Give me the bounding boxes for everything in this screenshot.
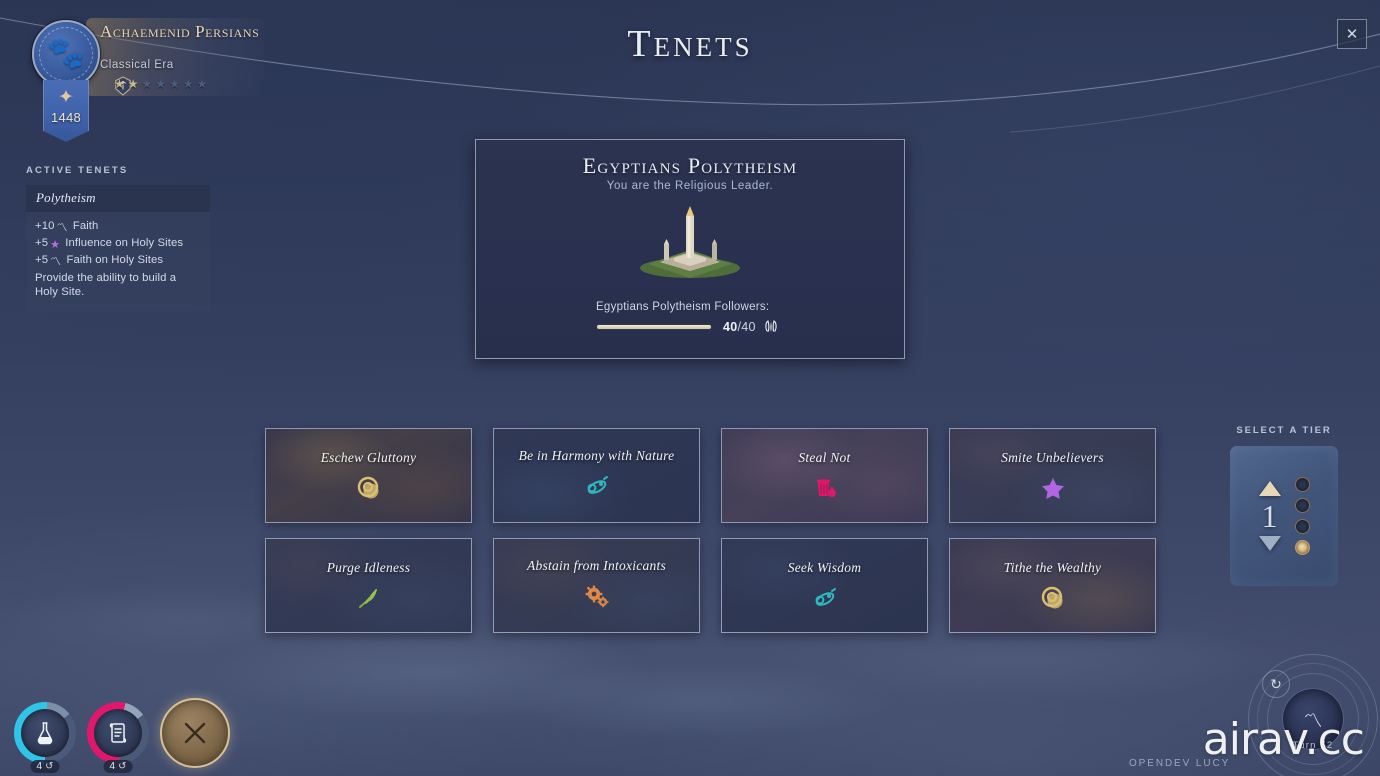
followers-progress-bar xyxy=(596,324,712,330)
triangle-down-icon[interactable] xyxy=(1258,536,1281,551)
bottom-resource-bar: 4 ↺ 4 ↺ xyxy=(14,698,230,773)
tenet-card-name: Eschew Gluttony xyxy=(320,450,417,465)
tenet-effect-value: +5 xyxy=(35,237,49,250)
tier-selector-box: 1 xyxy=(1230,446,1338,586)
civ-star-5: ★ xyxy=(169,77,180,91)
close-button[interactable]: ✕ xyxy=(1337,19,1367,49)
tier-value: 1 xyxy=(1261,498,1278,534)
civ-star-3: ★ xyxy=(141,77,153,91)
tenet-effect-text: Faith on Holy Sites xyxy=(63,254,164,267)
civ-banner-ribbon: ✦ 1448 xyxy=(43,80,89,142)
tenet-card-name: Seek Wisdom xyxy=(787,560,862,575)
tenet-card-name: Be in Harmony with Nature xyxy=(518,448,675,463)
culture-value: 4 xyxy=(109,761,116,772)
civ-crest-icon: ✦ xyxy=(58,87,74,108)
science-yield[interactable]: 4 ↺ xyxy=(14,702,76,773)
culture-inner xyxy=(94,709,142,757)
gold-coin-icon xyxy=(356,475,382,501)
culture-value-pill: 4 ↺ xyxy=(103,760,133,773)
tier-dot-3[interactable] xyxy=(1294,519,1310,534)
tier-dot-4[interactable] xyxy=(1294,540,1310,555)
civ-banner-number: 1448 xyxy=(50,110,82,125)
tenet-effect-value: +10 xyxy=(35,220,55,232)
influence-star-icon xyxy=(1040,475,1066,501)
close-panel-button[interactable] xyxy=(160,698,230,768)
civ-star-1: ★ xyxy=(114,77,125,91)
religion-followers: Egyptians Polytheism Followers: 40/40 xyxy=(596,300,896,334)
tenet-card[interactable]: Tithe the Wealthy xyxy=(949,538,1156,633)
refresh-icon[interactable]: ↻ xyxy=(1262,670,1290,698)
tenet-card-name: Steal Not xyxy=(798,450,851,465)
tenet-card[interactable]: Abstain from Intoxicants xyxy=(493,538,700,633)
followers-progress-fill xyxy=(597,325,711,329)
watermark: airav.cc xyxy=(1202,714,1365,765)
close-icon: ✕ xyxy=(1345,25,1359,43)
followers-current: 40 xyxy=(723,320,738,334)
science-flask-icon xyxy=(37,722,53,745)
religion-summary-card[interactable]: Egyptians Polytheism You are the Religio… xyxy=(475,139,905,359)
obelisk-monument-art xyxy=(476,194,904,280)
faith-icon: 〽 xyxy=(56,222,68,234)
faith-icon: 〽 xyxy=(50,256,62,269)
science-value: 4 xyxy=(36,761,43,772)
religion-title: Egyptians Polytheism xyxy=(582,153,798,178)
civ-seal-glyph: 🐾 xyxy=(47,37,85,70)
religion-subtitle: You are the Religious Leader. xyxy=(606,180,774,192)
science-inner xyxy=(21,709,69,757)
tier-selector-label: Select a Tier xyxy=(1236,425,1332,436)
triangle-up-icon[interactable] xyxy=(1258,481,1281,496)
production-icon xyxy=(812,475,838,501)
tenet-card-name: Abstain from Intoxicants xyxy=(526,558,666,573)
turn-icon: ↺ xyxy=(118,761,127,772)
tenet-effect-text: Influence on Holy Sites xyxy=(62,237,184,250)
tenet-card-name: Tithe the Wealthy xyxy=(1003,560,1102,575)
page-title: Tenets xyxy=(627,23,753,65)
tenet-effect-3: +5 〽 Faith on Holy Sites xyxy=(35,253,201,269)
tenet-card[interactable]: Smite Unbelievers xyxy=(949,428,1156,523)
tenet-card[interactable]: Be in Harmony with Nature xyxy=(493,428,700,523)
followers-count: 40/40 xyxy=(723,320,778,334)
civ-star-7: ★ xyxy=(196,77,208,91)
tenet-card[interactable]: Purge Idleness xyxy=(265,538,472,633)
tenet-card[interactable]: Eschew Gluttony xyxy=(265,428,472,523)
production-gear-icon xyxy=(584,583,610,609)
followers-icon xyxy=(764,320,777,332)
tier-dot-1[interactable] xyxy=(1294,477,1310,492)
tenet-effect-2: +5 ★ Influence on Holy Sites xyxy=(35,236,201,252)
active-tenets-label: Active Tenets xyxy=(26,165,129,176)
civ-star-2: ★ xyxy=(127,77,139,91)
tenet-effect-text: Faith xyxy=(69,220,99,232)
tenet-effect-1: +10 〽 Faith xyxy=(35,219,201,235)
gold-coin-icon xyxy=(1040,585,1066,611)
turn-icon: ↺ xyxy=(45,761,54,772)
culture-yield[interactable]: 4 ↺ xyxy=(87,702,149,773)
tier-dot-list xyxy=(1294,477,1310,555)
influence-icon: ★ xyxy=(50,239,61,252)
culture-scroll-icon xyxy=(109,723,127,743)
active-tenet-effects: +10 〽 Faith +5 ★ Influence on Holy Sites +5 〽… xyxy=(26,212,210,311)
science-atom-icon xyxy=(812,585,838,611)
active-tenets-panel: Active Tenets Polytheism +10 〽 Faith +5 ★ I… xyxy=(26,165,210,312)
science-value-pill: 4 ↺ xyxy=(30,760,60,773)
tenet-description: Provide the ability to build a Holy Site… xyxy=(35,271,177,298)
active-tenet-card[interactable]: Polytheism +10 〽 Faith +5 ★ Influence on Ho… xyxy=(26,185,210,312)
civ-star-4: ★ xyxy=(155,77,167,91)
tenet-card-name: Purge Idleness xyxy=(326,560,411,575)
tenet-card[interactable]: Seek Wisdom xyxy=(721,538,928,633)
civ-star-rating: ★ ★ ★ ★ ★ ★ ★ xyxy=(114,78,207,90)
tenet-card-name: Smite Unbelievers xyxy=(1001,450,1104,465)
civ-star-6: ★ xyxy=(182,77,194,91)
followers-label: Egyptians Polytheism Followers: xyxy=(596,300,770,313)
science-atom-icon xyxy=(584,473,610,499)
close-icon xyxy=(184,722,206,744)
tier-selector: Select a Tier 1 xyxy=(1222,425,1346,586)
active-tenet-name: Polytheism xyxy=(26,185,210,212)
tenet-effect-value: +5 xyxy=(35,254,49,267)
followers-max: 40 xyxy=(741,320,756,334)
tenet-card[interactable]: Steal Not xyxy=(721,428,928,523)
tenet-grid: Eschew Gluttony Be in Harmony with Nature… xyxy=(265,428,1156,633)
food-leaf-icon xyxy=(356,585,382,611)
tier-dot-2[interactable] xyxy=(1294,498,1310,513)
